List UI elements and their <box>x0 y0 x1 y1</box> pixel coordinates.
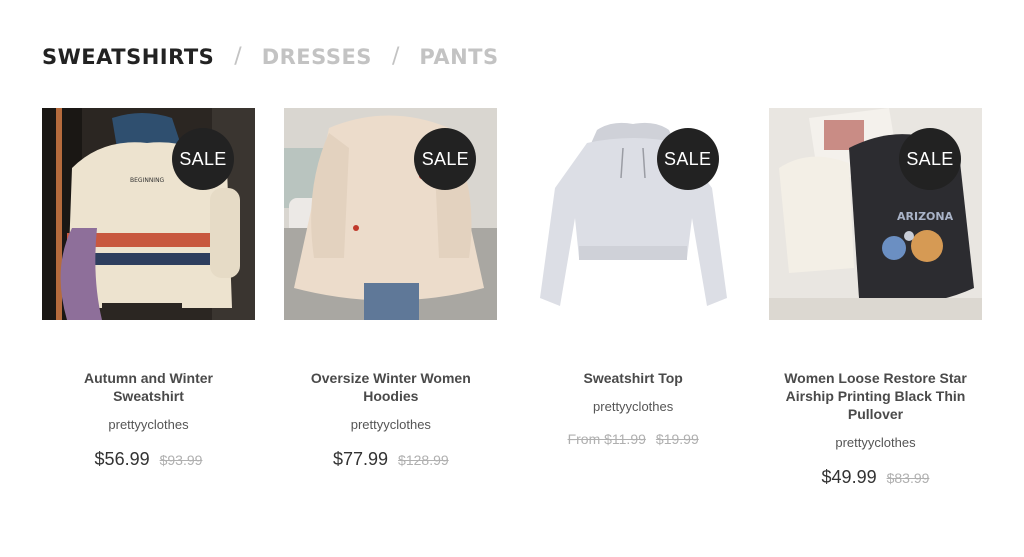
product-vendor: prettyyclothes <box>350 417 431 432</box>
svg-text:BEGINNING: BEGINNING <box>130 177 165 184</box>
tab-sweatshirts[interactable]: SWEATSHIRTS <box>42 42 214 72</box>
product-vendor: prettyyclothes <box>835 435 916 450</box>
tab-separator: / <box>234 44 242 69</box>
product-card[interactable]: SALE Oversize Winter Women Hoodies prett… <box>284 108 498 488</box>
compare-price: $83.99 <box>886 470 930 486</box>
compare-price: $128.99 <box>398 452 449 468</box>
product-title[interactable]: Women Loose Restore Star Airship Printin… <box>775 369 975 423</box>
product-vendor: prettyyclothes <box>593 399 674 414</box>
product-grid: BEGINNING SALE Autumn and Winter Sweatsh… <box>42 108 982 488</box>
product-title[interactable]: Sweatshirt Top <box>533 369 733 387</box>
sale-price: $56.99 <box>94 449 150 469</box>
sale-badge: SALE <box>656 128 719 190</box>
product-card[interactable]: ARIZONA SALE Women Loose Restore Star Ai… <box>768 108 982 488</box>
product-title[interactable]: Oversize Winter Women Hoodies <box>291 369 491 405</box>
product-title[interactable]: Autumn and Winter Sweatshirt <box>49 369 249 405</box>
product-image-beige-oversize-hoodie[interactable]: SALE <box>284 108 498 320</box>
product-prices: $49.99 $83.99 <box>822 467 930 488</box>
compare-price: $93.99 <box>159 452 203 468</box>
sale-price: $77.99 <box>332 449 389 469</box>
tab-dresses[interactable]: DRESSES <box>262 42 372 72</box>
sale-badge: SALE <box>172 128 234 190</box>
collection-tabs: SWEATSHIRTS / DRESSES / PANTS <box>42 42 499 72</box>
sale-price: $49.99 <box>821 467 877 487</box>
product-image-black-print-pullover[interactable]: ARIZONA SALE <box>768 108 982 320</box>
sale-badge: SALE <box>898 128 961 190</box>
compare-price: $19.99 <box>655 431 699 447</box>
tab-pants[interactable]: PANTS <box>419 42 498 72</box>
product-vendor: prettyyclothes <box>108 417 189 432</box>
product-prices: $77.99 $128.99 <box>333 449 449 470</box>
sale-price: From $11.99 <box>567 431 646 447</box>
product-image-cream-striped-sweatshirt[interactable]: BEGINNING SALE <box>42 108 255 320</box>
sale-badge: SALE <box>414 128 477 190</box>
product-image-grey-cropped-hoodie[interactable]: SALE <box>526 108 740 320</box>
product-prices: $56.99 $93.99 <box>95 449 203 470</box>
product-card[interactable]: BEGINNING SALE Autumn and Winter Sweatsh… <box>42 108 255 488</box>
tab-separator: / <box>391 44 400 69</box>
product-card[interactable]: SALE Sweatshirt Top prettyyclothes From … <box>526 108 740 488</box>
svg-text:ARIZONA: ARIZONA <box>897 210 954 223</box>
product-prices: From $11.99 $19.99 <box>568 431 699 447</box>
